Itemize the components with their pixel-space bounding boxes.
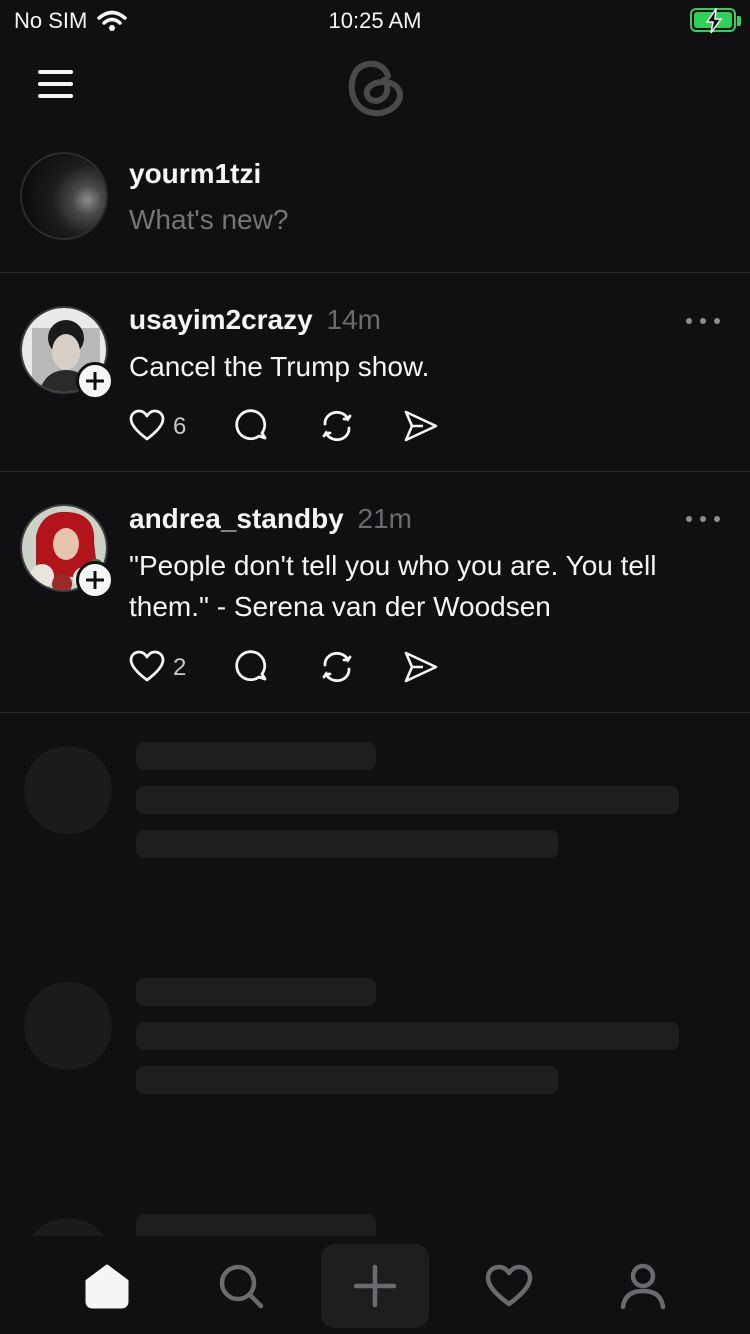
person-icon [620,1263,666,1310]
menu-line [38,94,73,98]
repost-icon [322,410,352,442]
threads-logo-icon[interactable] [344,54,406,118]
share-button[interactable] [403,647,443,687]
plus-icon [86,571,104,589]
post-header: usayim2crazy 14m [129,304,381,336]
post-username[interactable]: andrea_standby [129,503,344,534]
post-actions: 6 [129,406,449,446]
menu-line [38,82,73,86]
like-button[interactable]: 2 [129,647,199,687]
battery-cap [737,16,741,26]
share-button[interactable] [403,406,443,446]
skeleton-line [136,1066,558,1094]
search-icon [219,1264,264,1309]
plus-icon [86,372,104,390]
tab-search[interactable] [187,1244,295,1328]
heart-icon [485,1264,533,1307]
menu-button[interactable] [38,70,74,98]
send-icon [404,651,438,683]
like-count: 6 [173,413,187,440]
post-header: andrea_standby 21m [129,503,412,535]
heart-icon [129,650,165,682]
post-timestamp: 21m [357,503,412,534]
skeleton-line [136,830,558,858]
my-username: yourm1tzi [129,158,262,189]
tab-create[interactable] [321,1244,429,1328]
skeleton-line [136,978,376,1006]
status-time: 10:25 AM [328,8,422,33]
post-card[interactable]: usayim2crazy 14m Cancel the Trump show. … [0,274,750,472]
charging-bolt-icon [705,8,723,34]
more-options-button[interactable] [686,514,720,524]
repost-icon [322,651,352,683]
post-card[interactable]: andrea_standby 21m "People don't tell yo… [0,473,750,713]
skeleton-avatar [24,746,112,834]
post-username[interactable]: usayim2crazy [129,304,313,335]
tab-activity[interactable] [455,1244,563,1328]
menu-line [38,70,73,74]
send-icon [404,410,438,442]
skeleton-avatar [24,982,112,1070]
status-bar: No SIM 10:25 AM [0,0,750,40]
more-options-button[interactable] [686,316,720,326]
home-icon [85,1264,129,1309]
skeleton-line [136,1022,679,1050]
repost-button[interactable] [319,406,359,446]
comment-icon [235,409,267,441]
follow-button[interactable] [76,561,114,599]
follow-button[interactable] [76,362,114,400]
skeleton-line [136,742,376,770]
post-text: "People don't tell you who you are. You … [129,550,657,622]
plus-icon [353,1264,397,1308]
like-count: 2 [173,654,187,681]
comment-icon [235,650,267,682]
like-button[interactable]: 6 [129,406,199,446]
post-text: Cancel the Trump show. [129,351,430,382]
tab-profile[interactable] [589,1244,697,1328]
skeleton-line [136,786,679,814]
heart-icon [129,409,165,441]
reply-button[interactable] [235,406,275,446]
bottom-tab-bar [0,1236,750,1334]
repost-button[interactable] [319,647,359,687]
new-thread-composer[interactable]: yourm1tzi [0,140,750,273]
post-timestamp: 14m [326,304,381,335]
tab-home[interactable] [53,1244,161,1328]
post-actions: 2 [129,647,449,687]
whats-new-input[interactable] [129,204,529,236]
reply-button[interactable] [235,647,275,687]
my-avatar[interactable] [20,152,108,240]
